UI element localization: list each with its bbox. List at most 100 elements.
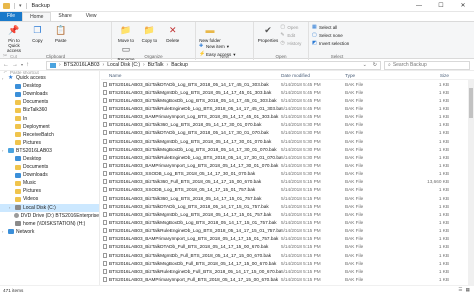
star-icon: ★	[8, 74, 14, 81]
nav-item[interactable]: › Network	[0, 228, 99, 236]
file-name-cell: BTS2016LAB03_BAMPrimaryImport_Full_BTS_2…	[101, 276, 281, 282]
file-row[interactable]: BTS2016LAB03_BizTalkRuleEngineDb_Log_BTS…	[101, 153, 474, 161]
file-row[interactable]: BTS2016LAB03_BizTalkRuleEngineDb_Log_BTS…	[101, 104, 474, 112]
tab-home[interactable]: Home	[22, 12, 52, 21]
invert-selection-button[interactable]: ◩ Invert selection	[312, 40, 349, 47]
file-icon	[103, 252, 107, 258]
properties-button[interactable]: ✔ Properties	[257, 24, 279, 44]
column-header-date-modified[interactable]: Date modified	[281, 73, 345, 78]
file-row[interactable]: BTS2016LAB03_BAMPrimaryImport_Log_BTS_20…	[101, 235, 474, 243]
refresh-icon[interactable]: ↻	[373, 62, 380, 68]
nav-item[interactable]: › Local Disk (C:)	[0, 203, 99, 212]
invert-selection-icon: ◩	[312, 40, 317, 46]
select-none-button[interactable]: ▢ Select none	[312, 32, 349, 39]
nav-item[interactable]: › ★ Quick access	[0, 74, 99, 82]
breadcrumb-item[interactable]: BTS2016LAB03	[64, 62, 100, 68]
maximize-button[interactable]: ☐	[430, 0, 452, 12]
file-row[interactable]: BTS2016LAB03_BizTalk360_Log_BTS_2018_05_…	[101, 194, 474, 202]
nav-item[interactable]: home (\\DISKSTATION) (H:)	[0, 220, 99, 228]
nav-item[interactable]: Downloads	[0, 171, 99, 179]
quick-access-dropdown-icon[interactable]: ▾	[19, 3, 22, 9]
chevron-down-icon[interactable]: ⌄	[363, 62, 370, 68]
edit-button[interactable]: ✎ Edit	[280, 32, 301, 39]
breadcrumb[interactable]: › BTS2016LAB03 › Local Disk (C:) › BizTa…	[46, 60, 381, 70]
file-row[interactable]: BTS2016LAB03_BAMPrimaryImport_Log_BTS_20…	[101, 113, 474, 121]
file-row[interactable]: BTS2016LAB03_BAMPrimaryImport_Full_BTS_2…	[101, 275, 474, 283]
file-size: 1 KB	[438, 81, 449, 87]
file-row[interactable]: BTS2016LAB03_BizTalkMsgBoxDb_Log_BTS_201…	[101, 145, 474, 153]
paste-button[interactable]: 📋 Paste	[50, 24, 72, 44]
nav-item[interactable]: Documents	[0, 163, 99, 171]
nav-item[interactable]: Desktop	[0, 155, 99, 163]
pin-to-quick-access-button[interactable]: 📌 Pin to Quick access	[3, 24, 25, 54]
file-row[interactable]: BTS2016LAB03_BizTalkDTADb_Log_BTS_2018_0…	[101, 202, 474, 210]
nav-item[interactable]: BizTalk360	[0, 106, 99, 114]
nav-item[interactable]: Videos	[0, 195, 99, 203]
file-row[interactable]: BTS2016LAB03_BizTalkMgmtDb_Log_BTS_2018_…	[101, 88, 474, 96]
file-row[interactable]: BTS2016LAB03_BizTalkMgmtDb_Log_BTS_2018_…	[101, 210, 474, 218]
chevron-right-icon[interactable]: ›	[2, 148, 6, 153]
tab-share[interactable]: Share	[51, 12, 78, 21]
breadcrumb-item[interactable]: BizTalk	[148, 62, 164, 68]
scrollbar-thumb[interactable]	[469, 88, 473, 118]
move-to-button[interactable]: 📁 Move to	[115, 24, 137, 44]
file-row[interactable]: BTS2016LAB03_BizTalkMsgBoxDb_Log_BTS_201…	[101, 218, 474, 226]
close-button[interactable]: ✕	[452, 0, 474, 12]
breadcrumb-item[interactable]: Local Disk (C:)	[107, 62, 140, 68]
nav-item[interactable]: Music	[0, 179, 99, 187]
nav-item[interactable]: DVD Drive (D:) BTS2016Enterprise	[0, 212, 99, 220]
new-folder-button[interactable]: ▬ New folder	[199, 24, 221, 43]
new-item-button[interactable]: ✚ New item ▾	[199, 43, 236, 50]
chevron-right-icon[interactable]: ›	[9, 205, 13, 210]
nav-item[interactable]: Downloads	[0, 90, 99, 98]
nav-item[interactable]: Documents	[0, 98, 99, 106]
breadcrumb-item[interactable]: Backup	[171, 62, 188, 68]
chevron-right-icon[interactable]: ›	[2, 229, 6, 234]
file-row[interactable]: BTS2016LAB03_BizTalkDTADb_Full_BTS_2018_…	[101, 243, 474, 251]
select-all-button[interactable]: ▦ Select all	[312, 24, 349, 31]
file-row[interactable]: BTS2016LAB03_SSODB_Log_BTS_2018_05_14_17…	[101, 186, 474, 194]
copy-to-button[interactable]: 📁 Copy to	[138, 24, 160, 44]
history-button[interactable]: ◷ History	[280, 40, 301, 47]
chevron-right-icon[interactable]: ›	[2, 76, 6, 81]
delete-button[interactable]: ✕ Delete	[162, 24, 184, 44]
nav-item[interactable]: Pictures	[0, 139, 99, 147]
nav-item[interactable]: Deployment	[0, 123, 99, 131]
forward-arrow-icon[interactable]: →	[12, 62, 18, 68]
file-row[interactable]: BTS2016LAB03_SSODB_Log_BTS_2018_05_14_17…	[101, 170, 474, 178]
file-row[interactable]: BTS2016LAB03_BizTalkMsgBoxDb_Full_BTS_20…	[101, 259, 474, 267]
file-row[interactable]: BTS2016LAB03_BizTalkMgmtDb_Log_BTS_2018_…	[101, 137, 474, 145]
column-header-size[interactable]: Size	[389, 73, 449, 78]
vertical-scrollbar[interactable]	[468, 80, 474, 285]
tab-view[interactable]: View	[79, 12, 104, 21]
details-view-icon[interactable]: ☰	[458, 287, 462, 293]
item-count: 471 items	[3, 287, 24, 293]
nav-item[interactable]: In	[0, 114, 99, 122]
file-type: BAK File	[345, 260, 364, 266]
file-row[interactable]: BTS2016LAB03_BizTalkDTADb_Log_BTS_2018_0…	[101, 80, 474, 88]
file-row[interactable]: BTS2016LAB03_BAMPrimaryImport_Log_BTS_20…	[101, 161, 474, 169]
open-button[interactable]: ▢ Open	[280, 24, 301, 31]
file-row[interactable]: BTS2016LAB03_BizTalk360_Log_BTS_2018_05_…	[101, 121, 474, 129]
nav-item[interactable]: › BTS2016LAB03	[0, 147, 99, 155]
nav-item[interactable]: ReceiveBatch	[0, 131, 99, 139]
back-arrow-icon[interactable]: ←	[3, 62, 9, 68]
search-input[interactable]: ⌕ Search Backup	[384, 60, 470, 70]
recent-locations-icon[interactable]: ▾	[21, 62, 23, 68]
file-row[interactable]: BTS2016LAB03_BizTalkRuleEngineDb_Full_BT…	[101, 267, 474, 275]
up-arrow-icon[interactable]: ↑	[26, 62, 29, 68]
column-header-type[interactable]: Type	[345, 73, 389, 78]
tab-file[interactable]: File	[0, 12, 23, 21]
nav-item[interactable]: Pictures	[0, 187, 99, 195]
file-date: 5/14/2018 5:45 PM	[281, 89, 321, 95]
file-row[interactable]: BTS2016LAB03_BizTalkMsgBoxDb_Log_BTS_201…	[101, 96, 474, 104]
file-row[interactable]: BTS2016LAB03_BizTalkMgmtDb_Full_BTS_2018…	[101, 251, 474, 259]
file-row[interactable]: BTS2016LAB03_BizTalkRuleEngineDb_Log_BTS…	[101, 227, 474, 235]
nav-item[interactable]: Desktop	[0, 82, 99, 90]
file-row[interactable]: BTS2016LAB03_BizTalkDTADb_Log_BTS_2018_0…	[101, 129, 474, 137]
file-row[interactable]: BTS2016LAB03_BizTalk360_Full_BTS_2018_05…	[101, 178, 474, 186]
copy-button[interactable]: ❐ Copy	[26, 24, 48, 44]
minimize-button[interactable]: —	[408, 0, 430, 12]
large-icons-view-icon[interactable]: ▦	[466, 287, 470, 293]
column-header-name[interactable]: Name	[101, 73, 281, 78]
